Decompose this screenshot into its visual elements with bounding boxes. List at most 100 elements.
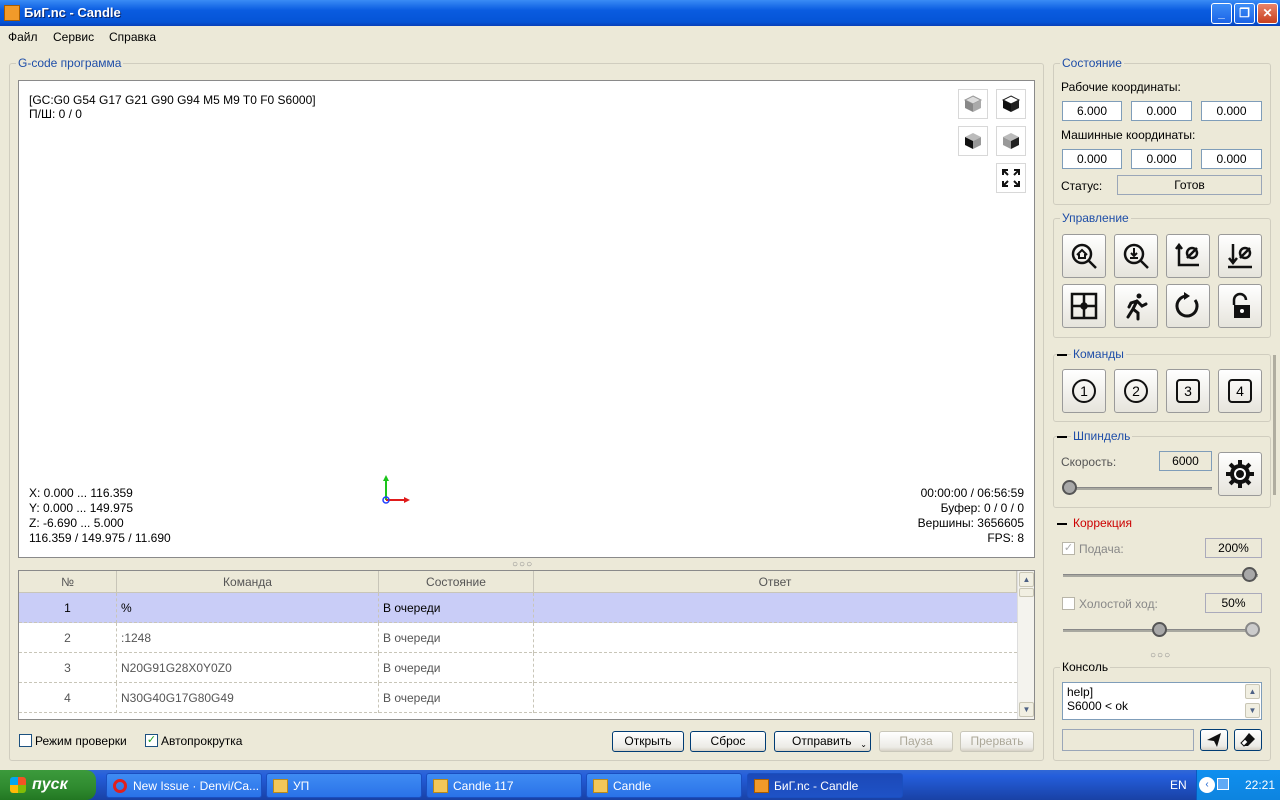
circle-1-icon: 1 — [1072, 379, 1096, 403]
menu-help[interactable]: Справка — [109, 30, 156, 44]
close-button[interactable]: ✕ — [1257, 3, 1278, 24]
table-row[interactable]: 4 N30G40G17G80G49 В очереди — [19, 683, 1017, 713]
scroll-up-icon[interactable]: ▲ — [1019, 572, 1034, 587]
check-mode-checkbox[interactable]: ✓ — [19, 734, 32, 747]
chevron-down-icon: ⌄ — [860, 740, 867, 749]
probe-search-icon — [1123, 243, 1149, 269]
spindle-toggle-button[interactable] — [1218, 452, 1262, 496]
right-panel-scrollbar[interactable] — [1273, 355, 1276, 495]
console-scroll-down-icon[interactable]: ▼ — [1245, 703, 1260, 718]
svg-text:3: 3 — [1184, 383, 1192, 399]
view-front-button[interactable] — [958, 126, 988, 156]
spindle-slider[interactable] — [1063, 487, 1212, 490]
menu-file[interactable]: Файл — [8, 30, 38, 44]
abort-button[interactable]: Прервать — [960, 731, 1034, 752]
home-button[interactable] — [1062, 234, 1106, 278]
col-state-header[interactable]: Состояние — [379, 571, 534, 593]
command-4-button[interactable]: 4 — [1218, 369, 1262, 413]
reset-button[interactable]: Сброс — [690, 731, 766, 752]
taskbar-item-candle-117[interactable]: Candle 117 — [426, 773, 582, 798]
crosshair-frame-icon — [1070, 292, 1098, 320]
clock: 22:21 — [1245, 778, 1276, 792]
zero-z-button[interactable] — [1218, 234, 1262, 278]
probe-z-button[interactable] — [1114, 234, 1158, 278]
send-button[interactable]: Отправить ⌄ — [774, 731, 871, 752]
splitter-handle[interactable]: ○○○ — [512, 559, 533, 570]
view-top-button[interactable] — [996, 89, 1026, 119]
menu-service[interactable]: Сервис — [53, 30, 94, 44]
feed-override-field[interactable]: 200% — [1205, 538, 1262, 558]
console-send-button[interactable] — [1200, 729, 1228, 751]
feed-override-knob[interactable] — [1242, 567, 1257, 582]
machine-x-field[interactable]: 0.000 — [1062, 149, 1122, 169]
axes-origin-icon — [382, 475, 410, 504]
feed-override-checkbox[interactable]: ✓ — [1062, 542, 1075, 555]
tray-expand-icon[interactable]: ‹ — [1199, 777, 1215, 793]
scroll-down-icon[interactable]: ▼ — [1019, 702, 1034, 717]
col-number-header[interactable]: № — [19, 571, 117, 593]
work-y-field[interactable]: 0.000 — [1131, 101, 1192, 121]
collapse-commands-icon[interactable] — [1057, 354, 1067, 356]
view-left-button[interactable] — [996, 126, 1026, 156]
machine-z-field[interactable]: 0.000 — [1201, 149, 1262, 169]
scroll-thumb[interactable] — [1019, 588, 1034, 597]
row-command: N30G40G17G80G49 — [117, 683, 379, 713]
pause-button[interactable]: Пауза — [879, 731, 953, 752]
minimize-button[interactable]: _ — [1211, 3, 1232, 24]
maximize-button[interactable]: ❐ — [1234, 3, 1255, 24]
gcode-table[interactable]: № Команда Состояние Ответ 1 % В очереди … — [18, 570, 1035, 720]
rapid-override-knob[interactable] — [1152, 622, 1167, 637]
taskbar-item-folder-up[interactable]: УП — [266, 773, 422, 798]
console-command-input[interactable] — [1062, 729, 1194, 751]
taskbar-item-candle-folder[interactable]: Candle — [586, 773, 742, 798]
collapse-spindle-icon[interactable] — [1057, 436, 1067, 438]
right-splitter-handle[interactable]: ○○○ — [1150, 650, 1171, 661]
language-indicator[interactable]: EN — [1170, 778, 1187, 792]
console-output[interactable]: help] S6000 < ok ▲ ▼ — [1062, 682, 1262, 720]
svg-text:1: 1 — [1080, 383, 1088, 399]
table-scrollbar[interactable]: ▲ ▼ — [1017, 571, 1034, 719]
autoscroll-checkbox[interactable]: ✓ — [145, 734, 158, 747]
collapse-correction-icon[interactable] — [1057, 523, 1067, 525]
open-button[interactable]: Открыть — [612, 731, 684, 752]
console-scroll-up-icon[interactable]: ▲ — [1245, 684, 1260, 699]
table-row[interactable]: 1 % В очереди — [19, 593, 1017, 623]
restore-origin-button[interactable] — [1062, 284, 1106, 328]
table-row[interactable]: 3 N20G91G28X0Y0Z0 В очереди — [19, 653, 1017, 683]
view-iso-button[interactable] — [958, 89, 988, 119]
fit-view-button[interactable] — [996, 163, 1026, 193]
table-row[interactable]: 2 :1248 В очереди — [19, 623, 1017, 653]
taskbar-item-label: Candle — [613, 779, 652, 793]
taskbar-item-candle-app[interactable]: БиГ.nc - Candle — [747, 773, 903, 798]
start-button[interactable]: пуск — [0, 770, 96, 800]
console-clear-button[interactable] — [1234, 729, 1262, 751]
machine-y-field[interactable]: 0.000 — [1131, 149, 1192, 169]
rapid-override-checkbox[interactable]: ✓ — [1062, 597, 1075, 610]
command-3-button[interactable]: 3 — [1166, 369, 1210, 413]
console-line: S6000 < ok — [1067, 699, 1129, 713]
safe-position-button[interactable] — [1114, 284, 1158, 328]
col-command-header[interactable]: Команда — [117, 571, 379, 593]
gc-state-text: [GC:G0 G54 G17 G21 G90 G94 M5 M9 T0 F0 S… — [29, 93, 316, 107]
menu-bar: Файл Сервис Справка — [0, 26, 1280, 46]
work-x-field[interactable]: 6.000 — [1062, 101, 1122, 121]
work-z-field[interactable]: 0.000 — [1201, 101, 1262, 121]
soft-reset-button[interactable] — [1166, 284, 1210, 328]
spindle-speed-field[interactable]: 6000 — [1159, 451, 1212, 471]
taskbar-item-browser[interactable]: New Issue · Denvi/Ca... — [106, 773, 262, 798]
zero-xy-button[interactable] — [1166, 234, 1210, 278]
col-response-header[interactable]: Ответ — [534, 571, 1017, 593]
size-text: 116.359 / 149.975 / 11.690 — [29, 531, 171, 545]
network-icon[interactable] — [1217, 778, 1229, 790]
work-coords-label: Рабочие координаты: — [1061, 80, 1181, 94]
spindle-slider-knob[interactable] — [1062, 480, 1077, 495]
unlock-button[interactable] — [1218, 284, 1262, 328]
command-2-button[interactable]: 2 — [1114, 369, 1158, 413]
close-icon: ✕ — [1262, 6, 1273, 20]
folder-icon — [273, 779, 288, 793]
feed-override-slider[interactable] — [1063, 574, 1258, 577]
rapid-override-field[interactable]: 50% — [1205, 593, 1262, 613]
row-state: В очереди — [379, 653, 534, 683]
command-1-button[interactable]: 1 — [1062, 369, 1106, 413]
gcode-viewport[interactable]: [GC:G0 G54 G17 G21 G90 G94 M5 M9 T0 F0 S… — [18, 80, 1035, 558]
